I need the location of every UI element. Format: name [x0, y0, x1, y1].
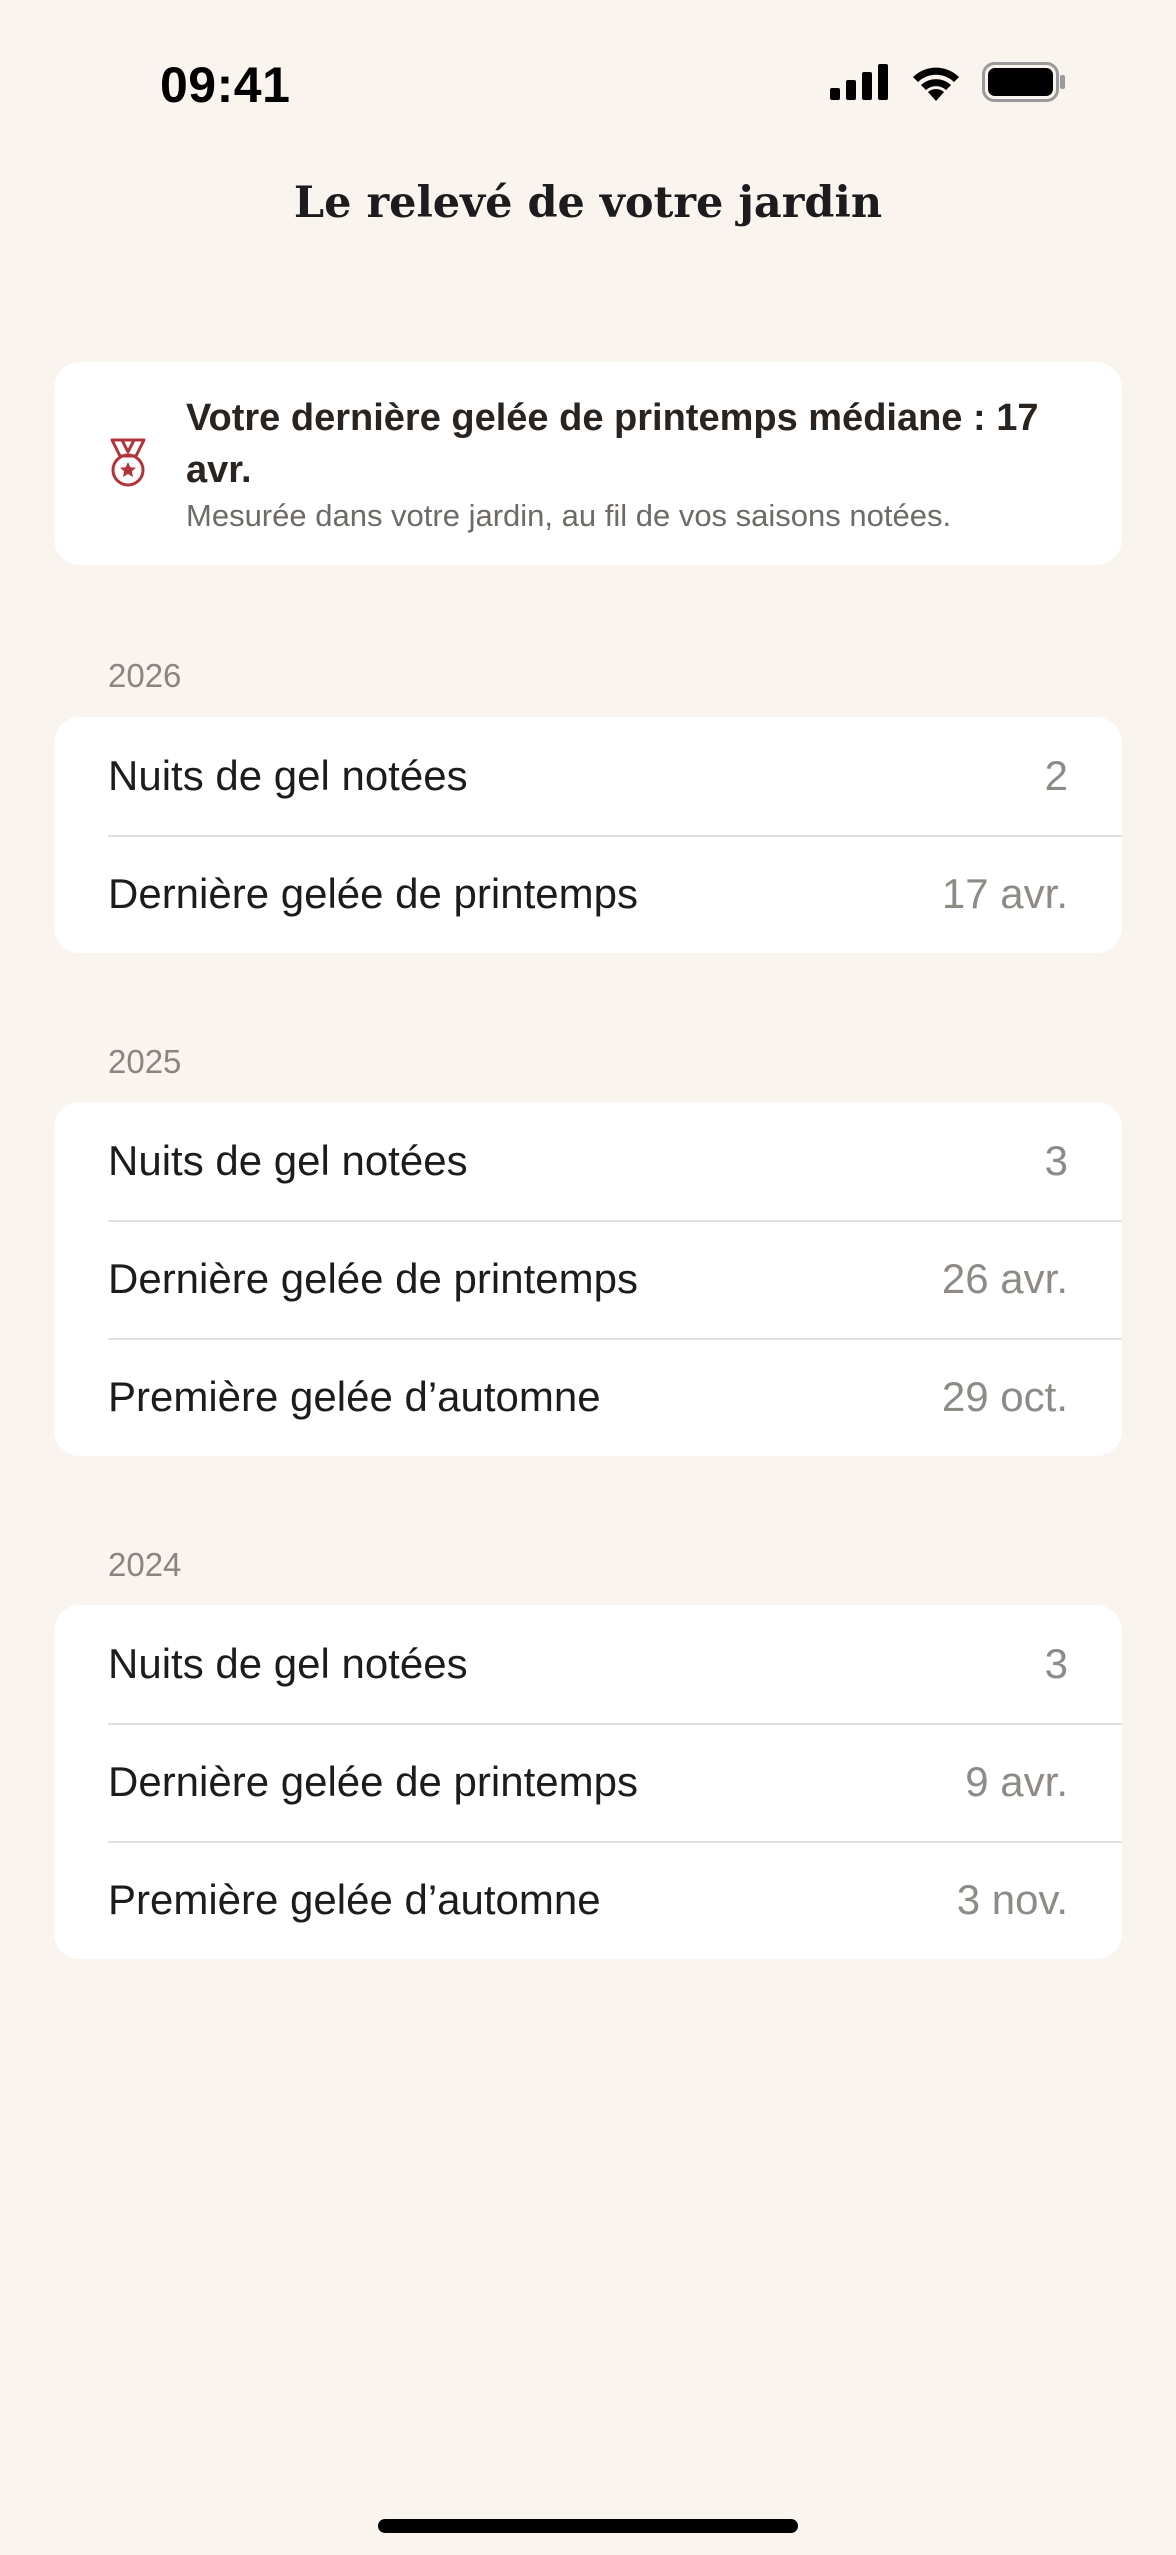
status-time: 09:41: [160, 57, 291, 113]
row-value: 26 avr.: [941, 1255, 1068, 1302]
wifi-icon: [910, 63, 962, 101]
cellular-signal-icon: [830, 64, 890, 100]
row-value: 17 avr.: [941, 870, 1068, 917]
status-bar: 09:41: [0, 0, 1176, 170]
table-row: Dernière gelée de printemps 17 avr.: [54, 835, 1122, 953]
row-value: 3: [1044, 1137, 1068, 1184]
row-label: Dernière gelée de printemps: [108, 1758, 638, 1805]
row-label: Nuits de gel notées: [108, 1137, 468, 1184]
table-row: Dernière gelée de printemps 9 avr.: [54, 1723, 1122, 1841]
page-title: Le relevé de votre jardin: [293, 178, 883, 228]
row-label: Dernière gelée de printemps: [108, 870, 638, 917]
median-frost-card: Votre dernière gelée de printemps médian…: [54, 362, 1122, 565]
table-row: Nuits de gel notées 3: [54, 1605, 1122, 1723]
status-icons: [830, 62, 1066, 102]
table-row: Dernière gelée de printemps 26 avr.: [54, 1220, 1122, 1338]
row-value: 3: [1044, 1640, 1068, 1687]
row-value: 2: [1044, 752, 1068, 799]
row-value: 9 avr.: [965, 1758, 1068, 1805]
row-label: Première gelée d’automne: [108, 1876, 601, 1923]
table-row: Nuits de gel notées 2: [54, 717, 1122, 835]
row-label: Première gelée d’automne: [108, 1373, 601, 1420]
section-group-2026: Nuits de gel notées 2 Dernière gelée de …: [54, 717, 1122, 953]
section-header-2026: 2026: [108, 657, 182, 694]
section-header-2025: 2025: [108, 1043, 182, 1080]
battery-icon: [982, 62, 1066, 102]
table-row: Première gelée d’automne 29 oct.: [54, 1338, 1122, 1456]
median-frost-title: Votre dernière gelée de printemps médian…: [186, 397, 1039, 491]
row-value: 29 oct.: [941, 1373, 1068, 1420]
row-label: Nuits de gel notées: [108, 752, 468, 799]
median-frost-subtitle: Mesurée dans votre jardin, au fil de vos…: [186, 498, 952, 533]
section-group-2025: Nuits de gel notées 3 Dernière gelée de …: [54, 1102, 1122, 1456]
section-group-2024: Nuits de gel notées 3 Dernière gelée de …: [54, 1605, 1122, 1959]
row-value: 3 nov.: [956, 1876, 1068, 1923]
table-row: Nuits de gel notées 3: [54, 1102, 1122, 1220]
row-label: Dernière gelée de printemps: [108, 1255, 638, 1302]
row-label: Nuits de gel notées: [108, 1640, 468, 1687]
table-row: Première gelée d’automne 3 nov.: [54, 1841, 1122, 1959]
home-indicator[interactable]: [378, 2519, 798, 2533]
section-header-2024: 2024: [108, 1546, 182, 1583]
medal-icon: [106, 438, 150, 488]
